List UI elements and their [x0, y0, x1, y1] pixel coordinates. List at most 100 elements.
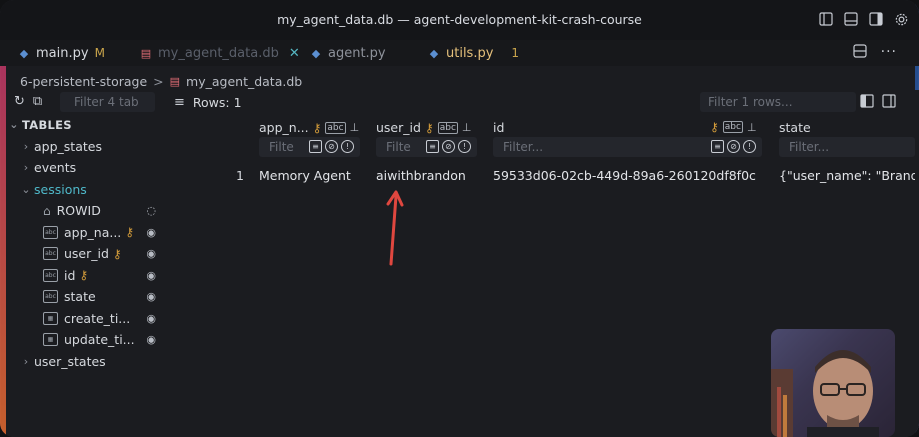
table-name: user_states — [34, 353, 106, 369]
tree-item-events[interactable]: › events — [6, 157, 164, 179]
null-filter-icon[interactable]: ⊘ — [325, 140, 338, 153]
tab-main-py[interactable]: ◆ main.py M — [18, 40, 105, 66]
tree-item-sessions[interactable]: ⌄ sessions — [6, 179, 164, 201]
split-editor-icon[interactable] — [853, 44, 867, 62]
column-header-user-id[interactable]: user_id ⚷ abc ⊥ — [376, 120, 472, 135]
eye-icon[interactable]: ◉ — [146, 312, 156, 325]
breadcrumb-separator: > — [153, 73, 164, 89]
rows-count-label: Rows: 1 — [192, 95, 242, 110]
column-row-id[interactable]: abc id ⚷ ◉ — [6, 265, 164, 287]
text-filter-icon[interactable]: ≡ — [309, 140, 322, 153]
column-row-user-id[interactable]: abc user_id ⚷ ◉ — [6, 243, 164, 265]
key-icon: ⚷ — [125, 225, 135, 240]
column-name: id — [64, 267, 76, 283]
filter-buttons: ≡ ⊘ ! — [309, 140, 354, 153]
close-tab-icon[interactable]: ✕ — [289, 46, 300, 61]
tab-agent-py[interactable]: ◆ agent.py — [310, 40, 386, 66]
breadcrumb: 6-persistent-storage > ▤ my_agent_data.d… — [20, 72, 302, 90]
copy-icon[interactable]: ⧉ — [33, 94, 42, 109]
python-icon: ◆ — [19, 46, 29, 60]
header-label: user_id — [376, 120, 421, 135]
layout-panel-icon[interactable] — [843, 11, 859, 27]
key-icon: ⚷ — [312, 120, 322, 135]
table-filter-input[interactable]: Filter 4 tab — [60, 92, 155, 112]
column-row-app-name[interactable]: abc app_na... ⚷ ◉ — [6, 222, 164, 244]
null-filter-icon[interactable]: ⊘ — [442, 140, 455, 153]
chevron-right-icon: › — [23, 354, 29, 368]
text-type-icon: abc — [43, 290, 58, 304]
database-icon: ▤ — [140, 46, 152, 60]
table-cell[interactable]: 59533d06-02cb-449d-89a6-260120df8f0c — [493, 168, 756, 183]
eye-icon[interactable]: ◉ — [146, 290, 156, 303]
pin-icon[interactable]: ⊥ — [747, 121, 757, 134]
settings-gear-icon[interactable] — [893, 11, 909, 27]
table-cell[interactable]: aiwithbrandon — [376, 168, 466, 183]
breadcrumb-file[interactable]: my_agent_data.db — [186, 74, 302, 89]
modified-badge: M — [94, 46, 105, 60]
text-filter-icon[interactable]: ≡ — [711, 140, 724, 153]
key-icon: ⚷ — [112, 246, 122, 261]
column-filter-id[interactable]: Filter... ≡ ⊘ ! — [493, 137, 762, 157]
editor-tab-bar: ◆ main.py M ▤ my_agent_data.db ✕ ◆ agent… — [0, 40, 919, 66]
eye-icon[interactable]: ◉ — [146, 333, 156, 346]
table-cell[interactable]: {"user_name": "Brand — [779, 168, 915, 183]
column-row-rowid[interactable]: ⌂ ROWID ◌ — [6, 200, 164, 222]
info-icon[interactable]: ! — [743, 140, 756, 153]
filter-placeholder: Filter... — [503, 140, 544, 154]
breadcrumb-folder[interactable]: 6-persistent-storage — [20, 74, 147, 89]
filter-placeholder: Filte — [386, 140, 411, 154]
column-name: state — [64, 289, 96, 305]
tag-icon: ⌂ — [43, 203, 51, 218]
filter-placeholder: Filter... — [789, 140, 830, 154]
tab-my-agent-data-db[interactable]: ▤ my_agent_data.db ✕ — [140, 40, 300, 66]
column-filter-state[interactable]: Filter... — [779, 137, 915, 157]
filter-buttons: ≡ ⊘ ! — [711, 140, 756, 153]
layout-sidebar-right-icon[interactable] — [868, 11, 884, 27]
info-icon[interactable]: ! — [458, 140, 471, 153]
tab-label: utils.py — [446, 45, 494, 61]
column-header-id[interactable]: id — [493, 120, 504, 135]
eye-icon[interactable]: ◉ — [146, 269, 156, 282]
rows-count: ≡ Rows: 1 — [174, 95, 242, 110]
grid-view-icon[interactable] — [860, 94, 874, 112]
eye-icon[interactable]: ◉ — [146, 247, 156, 260]
column-row-create-time[interactable]: ▦ create_ti... ◉ — [6, 308, 164, 330]
more-actions-icon[interactable]: ··· — [881, 44, 897, 62]
key-icon: ⚷ — [79, 268, 89, 283]
pin-icon[interactable]: ⊥ — [462, 121, 472, 134]
tab-utils-py[interactable]: ◆ utils.py 1 — [428, 40, 519, 66]
column-row-state[interactable]: abc state ◉ — [6, 286, 164, 308]
panel-view-icon[interactable] — [882, 94, 896, 112]
problems-badge: 1 — [511, 46, 520, 60]
tab-label: main.py — [36, 45, 89, 61]
info-icon[interactable]: ! — [341, 140, 354, 153]
title-bar-actions — [818, 11, 909, 27]
column-filter-app-name[interactable]: Filte ≡ ⊘ ! — [259, 137, 360, 157]
menu-icon[interactable]: ≡ — [174, 95, 185, 110]
column-filter-user-id[interactable]: Filte ≡ ⊘ ! — [376, 137, 477, 157]
refresh-icon[interactable]: ↻ — [14, 94, 25, 109]
row-filter-input[interactable]: Filter 1 rows... — [700, 92, 856, 112]
column-name: create_ti... — [64, 310, 131, 326]
column-name: app_na... — [64, 224, 122, 240]
chevron-down-icon: ⌄ — [21, 182, 31, 196]
eye-off-icon[interactable]: ◌ — [146, 204, 156, 217]
eye-icon[interactable]: ◉ — [146, 226, 156, 239]
column-row-update-time[interactable]: ▦ update_ti... ◉ — [6, 329, 164, 351]
text-type-icon: abc — [43, 247, 58, 261]
window-title: my_agent_data.db — agent-development-kit… — [277, 12, 642, 27]
database-icon: ▤ — [169, 74, 181, 88]
column-header-app-name[interactable]: app_n... ⚷ abc ⊥ — [259, 120, 359, 135]
column-header-state[interactable]: state — [779, 120, 811, 135]
null-filter-icon[interactable]: ⊘ — [727, 140, 740, 153]
tree-item-user-states[interactable]: › user_states — [6, 351, 164, 373]
tables-section-header[interactable]: ⌄ TABLES — [6, 114, 164, 136]
view-toggles — [860, 94, 896, 112]
sidebar-tools: ↻ ⧉ — [14, 94, 42, 109]
text-filter-icon[interactable]: ≡ — [426, 140, 439, 153]
pin-icon[interactable]: ⊥ — [350, 121, 360, 134]
presenter-video — [771, 350, 879, 437]
layout-sidebar-left-icon[interactable] — [818, 11, 834, 27]
table-cell[interactable]: Memory Agent — [259, 168, 351, 183]
tree-item-app-states[interactable]: › app_states — [6, 136, 164, 158]
